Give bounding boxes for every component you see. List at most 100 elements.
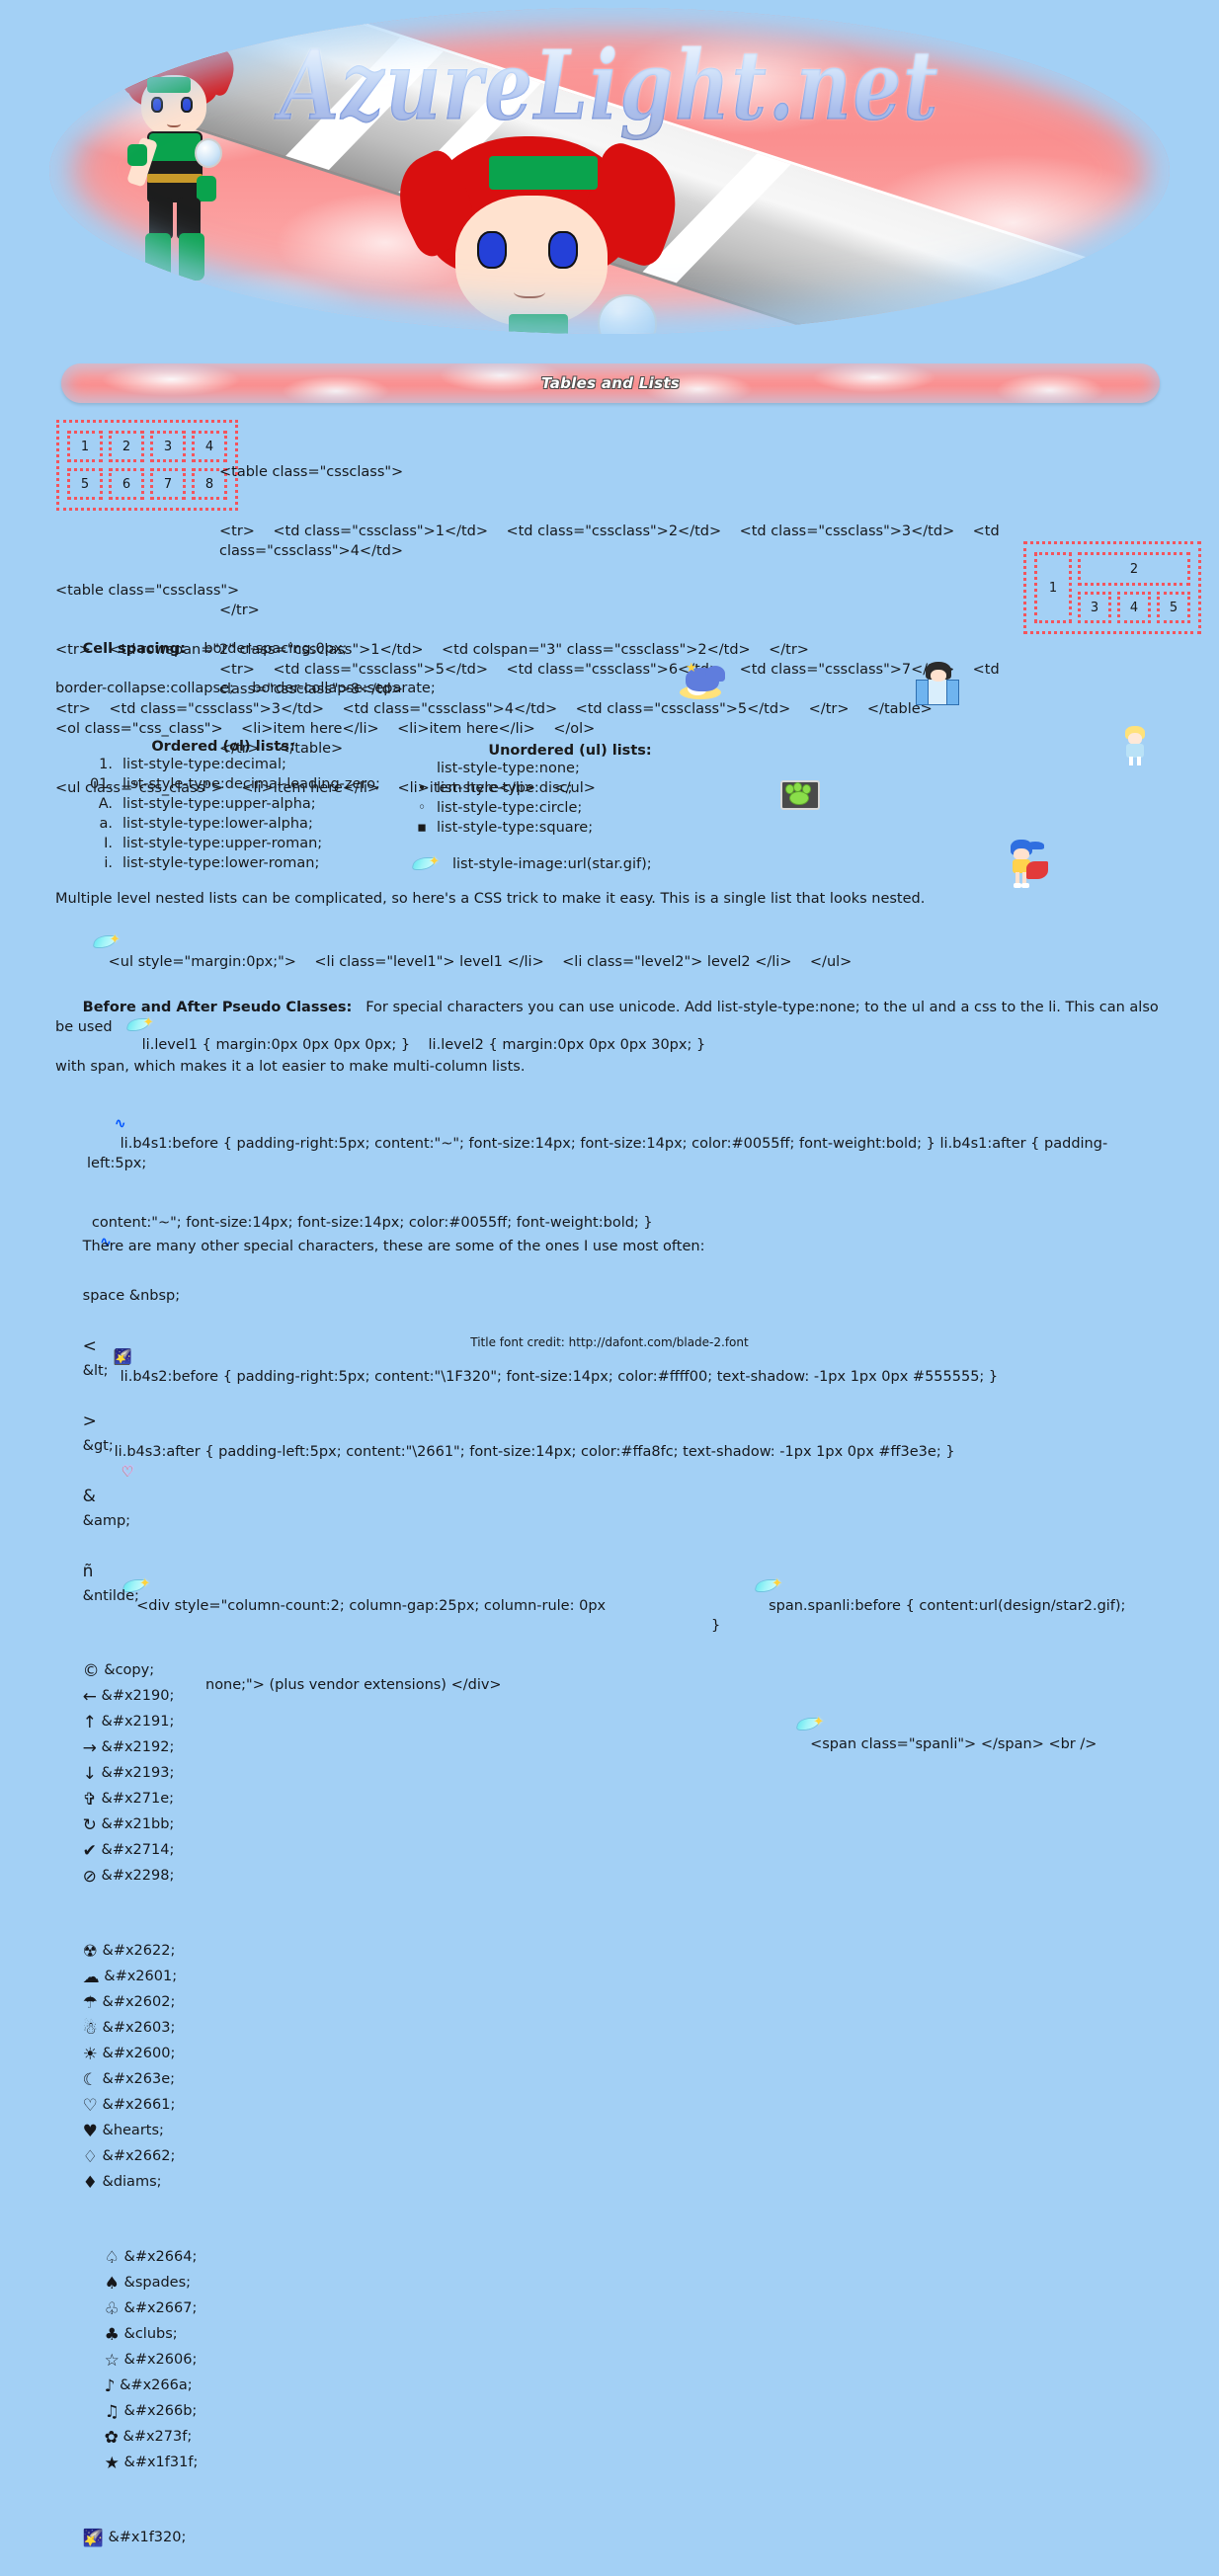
list-text: list-style-type:upper-alpha; — [122, 796, 316, 812]
list-text: list-style-type:decimal; — [122, 757, 286, 772]
special-char-entry: &#x2603; — [102, 2020, 176, 2036]
special-char-entry: &gt; — [82, 1438, 114, 1454]
beamed-note-glyph-icon: ♫ — [104, 2402, 120, 2422]
special-char-entry: &#x2192; — [101, 1739, 175, 1755]
list-text: list-style-type:decimal-leading-zero; — [122, 776, 380, 792]
list-marker — [407, 759, 437, 778]
copyright-glyph-icon: © — [82, 1661, 100, 1681]
diagram-row: 1 2 3 4 — [64, 428, 230, 465]
bunny-sprite-icon — [1121, 726, 1149, 767]
special-char-entry: &lt; — [82, 1363, 109, 1379]
diagram-cell-colspan: 2 — [1078, 552, 1190, 586]
star-outline-glyph-icon: ☆ — [104, 2351, 120, 2371]
eighth-note-glyph-icon: ♪ — [104, 2376, 116, 2396]
diamond-outline-glyph-icon: ♢ — [82, 2147, 98, 2167]
heart-outline-glyph-icon: ♡ — [82, 2096, 98, 2116]
diagram-cell-rowspan: 1 — [1034, 552, 1072, 623]
list-marker-square: ▪ — [417, 820, 427, 836]
list-marker: I. — [104, 836, 113, 851]
special-char-entry: &amp; — [82, 1513, 131, 1529]
font-credit: Title font credit: http://dafont.com/bla… — [470, 1335, 749, 1349]
special-char-entry: &#x2298; — [101, 1868, 175, 1884]
special-char-entry: &copy; — [104, 1662, 155, 1678]
pseudo-intro-line-1: Before and After Pseudo Classes: For spe… — [55, 978, 1162, 1057]
list-text: list-style-type:lower-alpha; — [122, 816, 313, 832]
checkmark-glyph-icon: ✔ — [82, 1841, 97, 1861]
shooting-star-glyph-icon: 🌠 — [82, 2529, 104, 2548]
special-char-entry: &#x21bb; — [101, 1816, 175, 1832]
diagram-row: 5 6 7 8 — [64, 465, 230, 503]
special-chars-intro-row: There are many other special characters,… — [55, 1210, 1172, 1634]
list-item: a. list-style-type:lower-alpha; — [55, 814, 391, 834]
list-item: i. list-style-type:lower-roman; — [55, 853, 391, 873]
banner-ellipse-background — [49, 8, 1170, 334]
special-char-entry: &#x2601; — [104, 1969, 178, 1984]
ampersand-glyph-icon: & — [82, 1487, 96, 1506]
special-char-entry: &#x2714; — [101, 1842, 175, 1858]
flower-glyph-icon: ✿ — [104, 2428, 119, 2448]
table-diagram-span: 1 2 3 4 5 — [1023, 541, 1201, 634]
special-char-entry: &#x2193; — [101, 1765, 175, 1781]
nested-code-text-1: <ul style="margin:0px;"> <li class="leve… — [108, 954, 853, 970]
list-text: list-style-type:circle; — [437, 800, 583, 816]
special-char-entry: &#x2661; — [102, 2097, 176, 2113]
special-char-entry: &#x2606; — [123, 2352, 198, 2368]
club-filled-glyph-icon: ♣ — [104, 2325, 120, 2345]
special-char-entry: &ntilde; — [82, 1588, 139, 1604]
list-marker: a. — [99, 816, 114, 832]
comet-star-icon: ✦ — [93, 933, 121, 949]
code-line: <ol class="css_class"> <li>item here</li… — [55, 721, 596, 737]
diagram-cell: 5 — [1157, 592, 1190, 623]
refresh-glyph-icon: ↻ — [82, 1815, 97, 1835]
sword-blade-graphic — [149, 8, 1138, 334]
special-chars-intro: There are many other special characters,… — [82, 1239, 705, 1254]
diagram-cell: 3 — [1078, 592, 1111, 623]
pseudo-b4s1-line-1: li.b4s1:before { padding-right:5px; cont… — [87, 1136, 1108, 1171]
list-item: 01. list-style-type:decimal-leading-zero… — [55, 774, 391, 794]
special-char-entry: &#x2600; — [102, 2046, 176, 2061]
snowman-glyph-icon: ☃ — [82, 2019, 98, 2039]
club-outline-glyph-icon: ♧ — [104, 2299, 120, 2319]
spade-filled-glyph-icon: ♠ — [104, 2274, 120, 2294]
moon-glyph-icon: ☾ — [82, 2070, 98, 2090]
special-char-entry: space &nbsp; — [82, 1288, 181, 1304]
list-item: list-style-type:none; — [407, 759, 733, 778]
arrow-left-glyph-icon: ← — [82, 1687, 97, 1707]
diagram-cell: 1 — [67, 431, 103, 462]
special-char-entry: &#x1f320; — [108, 2530, 187, 2545]
list-marker-star-image: ✦ — [407, 854, 447, 874]
list-item: • list-style-type:disc; — [407, 778, 733, 798]
diagram-cell: 7 — [150, 468, 186, 500]
glowing-star-glyph-icon: ★ — [104, 2454, 120, 2473]
arrow-right-glyph-icon: → — [82, 1738, 97, 1758]
list-marker-circle: ◦ — [417, 800, 427, 816]
chibi-character-large — [382, 136, 716, 334]
pseudo-heading: Before and After Pseudo Classes: — [82, 1000, 353, 1015]
list-text: list-style-type:square; — [437, 820, 594, 836]
special-char-entry: &#x2191; — [101, 1714, 175, 1730]
special-char-entry: &#x273f; — [122, 2429, 193, 2445]
list-item: 1. list-style-type:decimal; — [55, 755, 391, 774]
ordered-lists-heading: Ordered (ol) lists: — [151, 739, 295, 755]
cloud-glyph-icon: ☁ — [82, 1968, 100, 1987]
diamond-filled-glyph-icon: ♦ — [82, 2173, 98, 2193]
cell-spacing-label: Cell spacing: — [82, 641, 186, 657]
site-banner: AzureLight.net — [0, 0, 1219, 341]
nested-intro: Multiple level nested lists can be compl… — [55, 891, 926, 907]
special-char-entry: &#x1f31f; — [123, 2455, 199, 2470]
unordered-lists-block: Unordered (ul) lists: list-style-type:no… — [407, 743, 733, 874]
arrow-up-glyph-icon: ↑ — [82, 1713, 97, 1732]
tilde-glyph-icon: ∿ — [114, 1116, 126, 1132]
code-line: <table class="cssclass"> — [55, 583, 240, 599]
list-marker: 1. — [99, 757, 113, 772]
table-diagram-basic: 1 2 3 4 5 6 7 8 — [56, 420, 238, 511]
special-char-entry: &clubs; — [123, 2326, 178, 2342]
special-char-entry: &#x2602; — [102, 1994, 176, 2010]
list-item: I. list-style-type:upper-roman; — [55, 834, 391, 853]
diagram-subrow: 3 4 5 — [1075, 589, 1193, 626]
special-char-entry: &#x271e; — [101, 1791, 175, 1807]
list-marker: A. — [98, 796, 113, 812]
radiation-glyph-icon: ☢ — [82, 1942, 98, 1962]
special-chars-row-5: 🌠 &#x1f320; — [55, 2501, 1172, 2576]
special-chars-row-3: ☢ &#x2622; ☁ &#x2601; ☂ &#x2602; ☃ &#x26… — [55, 1914, 1172, 2220]
